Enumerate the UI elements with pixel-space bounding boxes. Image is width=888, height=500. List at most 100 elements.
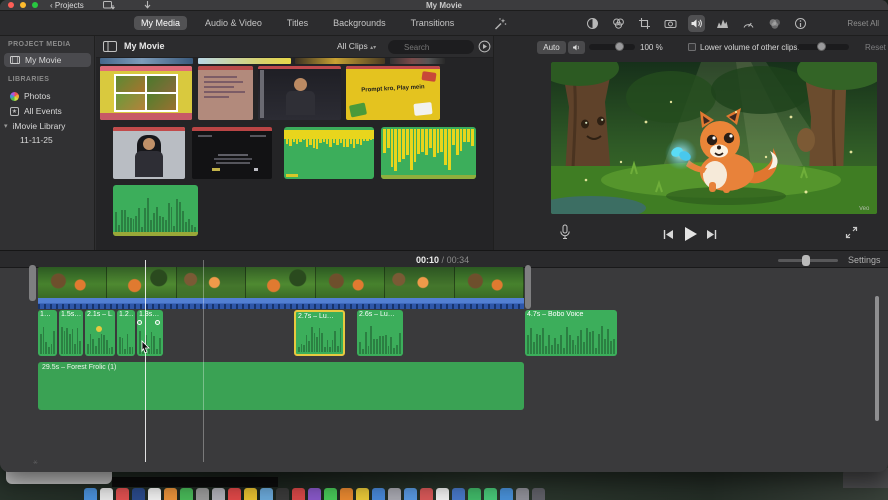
audio-clip[interactable]: 2.6s – Lu…: [357, 310, 403, 356]
traffic-lights[interactable]: [8, 2, 38, 8]
stabilization-icon[interactable]: [662, 15, 679, 32]
audio-clip[interactable]: 1.2…: [117, 310, 135, 356]
color-balance-icon[interactable]: [584, 15, 601, 32]
auto-volume-button[interactable]: Auto: [537, 41, 566, 54]
video-thumbnail-webcam[interactable]: [113, 127, 185, 179]
clip-trim-handle-left[interactable]: [29, 265, 36, 301]
fade-handle[interactable]: [137, 320, 142, 325]
reset-button[interactable]: Reset: [865, 43, 886, 52]
filters-icon[interactable]: [766, 15, 783, 32]
dock-app-icon[interactable]: [228, 488, 241, 500]
dock[interactable]: [84, 488, 545, 500]
dock-app-icon[interactable]: [420, 488, 433, 500]
dock-app-icon[interactable]: [532, 488, 545, 500]
voiceover-mic-icon[interactable]: [559, 224, 571, 240]
lower-volume-checkbox[interactable]: [688, 43, 696, 51]
enhance-wand-icon[interactable]: [493, 17, 507, 31]
clip-filter-dropdown[interactable]: All Clips ▴▾: [337, 41, 376, 51]
sidebar-item-photos[interactable]: Photos: [4, 89, 91, 103]
timeline[interactable]: 1… 1.5s… 2.1s – L… 1.2… 1.3s… 2.7s – Lu… 2.6s …: [0, 260, 888, 472]
video-clip-audio-track[interactable]: [38, 298, 524, 309]
background-music-clip[interactable]: 29.5s – Forest Frolic (1): [38, 362, 524, 410]
playhead[interactable]: [145, 260, 146, 462]
partial-thumbnail[interactable]: [198, 58, 291, 64]
dock-app-icon[interactable]: [180, 488, 193, 500]
dock-app-icon[interactable]: [356, 488, 369, 500]
tab-audio-video[interactable]: Audio & Video: [198, 16, 269, 30]
close-window-button[interactable]: [8, 2, 14, 8]
audio-thumbnail-2[interactable]: [381, 127, 476, 179]
keyframe-dot[interactable]: [96, 326, 102, 332]
audio-clip[interactable]: 2.1s – L…: [85, 310, 115, 356]
audio-clip[interactable]: 1.5s…: [59, 310, 83, 356]
noise-reduction-icon[interactable]: [714, 15, 731, 32]
dock-app-icon[interactable]: [212, 488, 225, 500]
back-to-projects-button[interactable]: ‹ Projects: [50, 1, 84, 10]
fade-handle[interactable]: [155, 320, 160, 325]
download-arrow-icon[interactable]: [143, 0, 152, 10]
timeline-scrollbar[interactable]: [875, 296, 879, 421]
audio-thumbnail-3[interactable]: [113, 185, 198, 236]
timeline-zoom-knob[interactable]: [802, 255, 810, 266]
dock-app-icon[interactable]: [308, 488, 321, 500]
sidebar-item-my-movie[interactable]: My Movie: [4, 53, 91, 67]
audio-thumbnail-1[interactable]: [284, 127, 374, 179]
video-thumbnail-promo[interactable]: Prompt kro, Play mein: [346, 66, 440, 120]
previous-frame-button[interactable]: [663, 229, 674, 240]
play-button[interactable]: [683, 226, 698, 242]
audio-clip[interactable]: 1…: [38, 310, 57, 356]
dock-app-icon[interactable]: [244, 488, 257, 500]
dock-app-icon[interactable]: [484, 488, 497, 500]
tab-my-media[interactable]: My Media: [134, 16, 188, 30]
dock-app-icon[interactable]: [164, 488, 177, 500]
video-thumbnail-document[interactable]: [198, 66, 253, 120]
dock-app-icon[interactable]: [84, 488, 97, 500]
volume-slider[interactable]: [589, 44, 635, 50]
dock-app-icon[interactable]: [196, 488, 209, 500]
dock-app-icon[interactable]: [516, 488, 529, 500]
tab-transitions[interactable]: Transitions: [404, 16, 462, 30]
reset-all-button[interactable]: Reset All: [847, 19, 879, 28]
play-preview-icon[interactable]: [478, 40, 491, 53]
video-thumbnail-presenter[interactable]: [258, 66, 341, 120]
video-viewer[interactable]: Veo: [551, 62, 877, 214]
video-thumbnail-terminal[interactable]: [192, 127, 272, 179]
speed-icon[interactable]: [740, 15, 757, 32]
dock-app-icon[interactable]: [148, 488, 161, 500]
clip-info-icon[interactable]: [792, 15, 809, 32]
volume-slider-knob[interactable]: [615, 42, 624, 51]
audio-clip[interactable]: 4.7s – Bobo Voice: [525, 310, 617, 356]
import-media-icon[interactable]: [103, 1, 115, 10]
video-thumbnail-fox-collage[interactable]: [100, 66, 192, 120]
crop-icon[interactable]: [636, 15, 653, 32]
sidebar-toggle-icon[interactable]: [103, 41, 117, 52]
partial-thumbnail[interactable]: [390, 58, 445, 64]
skimmer-line[interactable]: [203, 260, 204, 462]
tab-backgrounds[interactable]: Backgrounds: [326, 16, 393, 30]
sidebar-item-imovie-library[interactable]: ▾ iMovie Library: [4, 119, 91, 133]
tab-titles[interactable]: Titles: [280, 16, 315, 30]
mute-button[interactable]: [568, 41, 585, 54]
next-frame-button[interactable]: [706, 229, 717, 240]
zoom-window-button[interactable]: [32, 2, 38, 8]
timeline-settings-button[interactable]: Settings: [848, 255, 881, 265]
dock-app-icon[interactable]: [260, 488, 273, 500]
volume-icon[interactable]: [688, 15, 705, 32]
dock-app-icon[interactable]: [404, 488, 417, 500]
partial-thumbnail[interactable]: [100, 58, 193, 64]
clip-trim-handle-right[interactable]: [525, 265, 531, 309]
dock-app-icon[interactable]: [388, 488, 401, 500]
dock-app-icon[interactable]: [100, 488, 113, 500]
chevron-down-icon[interactable]: ▾: [4, 122, 8, 130]
lower-volume-slider-knob[interactable]: [817, 42, 826, 51]
dock-app-icon[interactable]: [500, 488, 513, 500]
dock-app-icon[interactable]: [468, 488, 481, 500]
color-correction-icon[interactable]: [610, 15, 627, 32]
dock-app-icon[interactable]: [132, 488, 145, 500]
dock-app-icon[interactable]: [340, 488, 353, 500]
minimize-window-button[interactable]: [20, 2, 26, 8]
sidebar-item-all-events[interactable]: ★ All Events: [4, 104, 91, 118]
dock-app-icon[interactable]: [116, 488, 129, 500]
dock-app-icon[interactable]: [372, 488, 385, 500]
search-input[interactable]: [388, 40, 474, 54]
